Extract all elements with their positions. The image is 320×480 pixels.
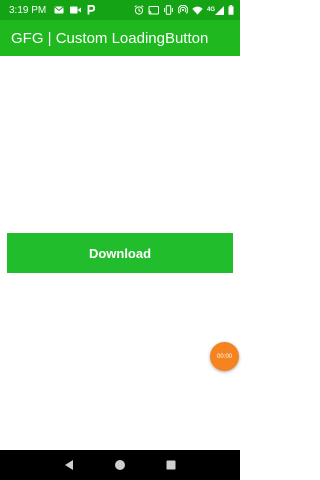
status-time: 3:19 PM (9, 4, 47, 16)
back-icon[interactable] (57, 453, 81, 477)
signal-icon: 4G (206, 5, 224, 15)
timer-text: 00:00 (216, 353, 232, 360)
cast-icon (148, 5, 159, 15)
screen: 3:19 PM 4G GFG | Custom LoadingButton Do… (0, 0, 240, 480)
mail-icon (54, 6, 64, 14)
battery-icon (228, 5, 234, 15)
download-button[interactable]: Download (7, 233, 233, 273)
status-left: 3:19 PM (9, 4, 96, 16)
alarm-icon (134, 5, 144, 15)
parking-icon (87, 5, 96, 15)
network-label: 4G (206, 7, 215, 13)
video-icon (70, 6, 82, 14)
nav-bar (0, 450, 240, 480)
app-title: GFG | Custom LoadingButton (11, 29, 209, 47)
status-bar: 3:19 PM 4G (0, 0, 240, 20)
wifi-icon (192, 6, 203, 15)
app-bar: GFG | Custom LoadingButton (0, 20, 240, 56)
timer-fab[interactable]: 00:00 (210, 342, 239, 371)
home-icon[interactable] (108, 453, 132, 477)
recents-icon[interactable] (159, 453, 183, 477)
hotspot-icon (177, 5, 188, 15)
vibrate-icon (163, 5, 174, 15)
status-right: 4G (134, 5, 234, 15)
